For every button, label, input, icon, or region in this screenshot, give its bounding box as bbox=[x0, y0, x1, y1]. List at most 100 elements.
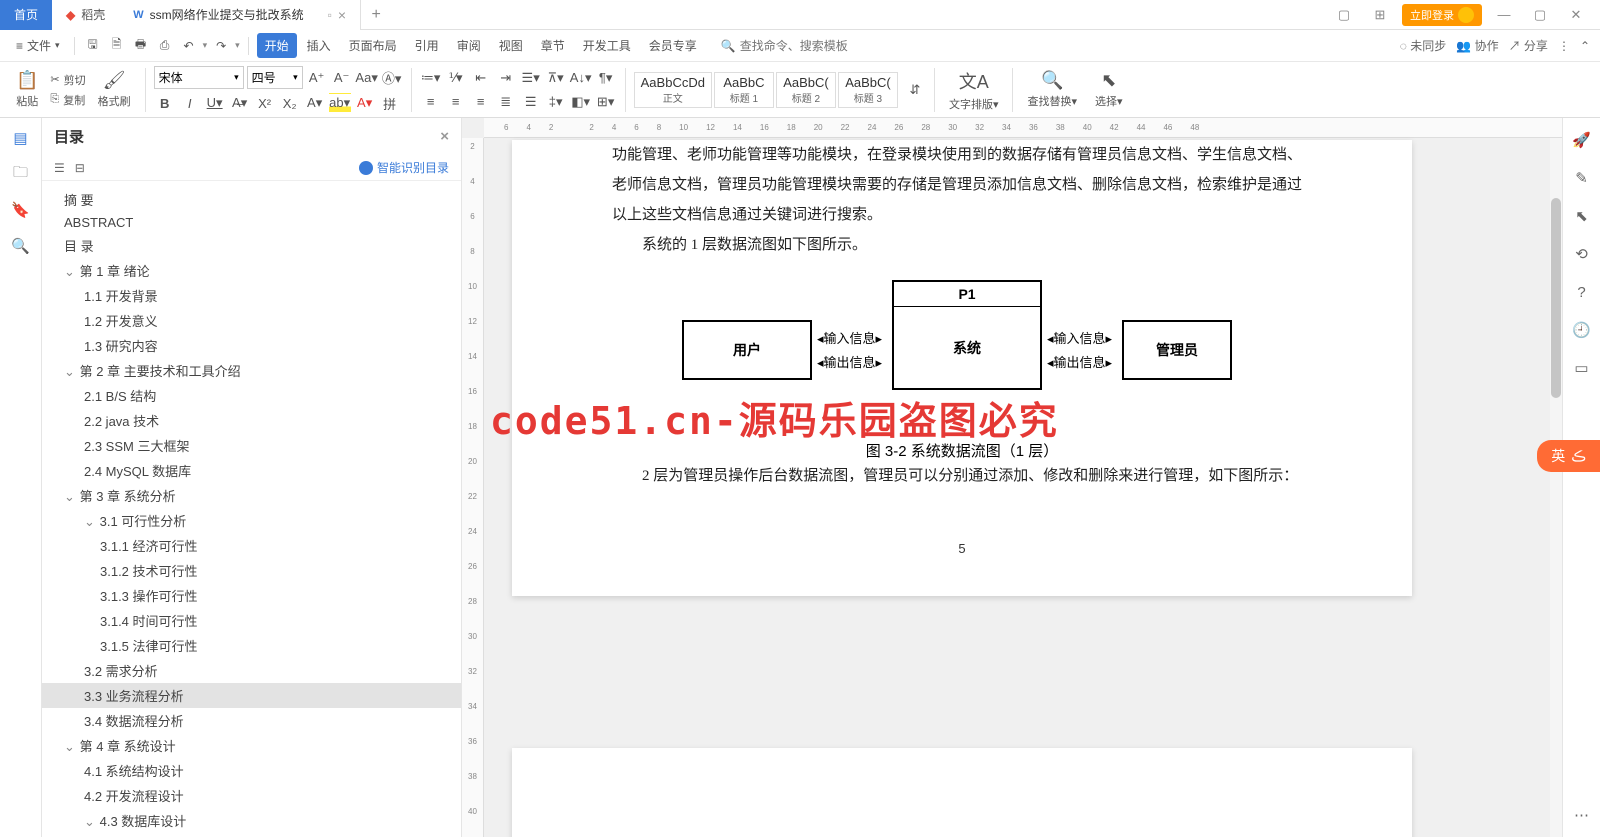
rocket-icon[interactable]: 🚀 bbox=[1570, 128, 1594, 152]
more-menu[interactable]: ⋮ bbox=[1558, 39, 1570, 53]
bookmark-panel-icon[interactable]: 🔖 bbox=[9, 198, 33, 222]
outline-item[interactable]: 3.1.2 技术可行性 bbox=[42, 558, 461, 583]
superscript-button[interactable]: X² bbox=[254, 93, 276, 113]
phonetic-button[interactable]: 拼 bbox=[379, 93, 401, 113]
command-search[interactable]: 🔍 bbox=[721, 39, 880, 53]
menu-tab-1[interactable]: 插入 bbox=[299, 33, 339, 58]
font-select[interactable]: 宋体▾ bbox=[154, 66, 244, 89]
outline-item[interactable]: 3.3 业务流程分析 bbox=[42, 683, 461, 708]
menu-tab-3[interactable]: 引用 bbox=[407, 33, 447, 58]
tab-home[interactable]: 首页 bbox=[0, 0, 52, 30]
outline-item[interactable]: 3.1.4 时间可行性 bbox=[42, 608, 461, 633]
share-button[interactable]: ↗ 分享 bbox=[1509, 37, 1548, 54]
clear-format-icon[interactable]: Ⓐ▾ bbox=[381, 68, 403, 88]
styles-more-icon[interactable]: ⇵ bbox=[904, 80, 926, 100]
outline-item[interactable]: 3.1.1 经济可行性 bbox=[42, 533, 461, 558]
cut-button[interactable]: ✂剪切 bbox=[50, 72, 85, 88]
show-marks-button[interactable]: ¶▾ bbox=[595, 68, 617, 88]
align-right-button[interactable]: ≡ bbox=[470, 92, 492, 112]
paragraph-spacing-button[interactable]: ‡▾ bbox=[545, 92, 567, 112]
outline-item[interactable]: ⌄ 第 2 章 主要技术和工具介绍 bbox=[42, 358, 461, 383]
highlight-button[interactable]: ab▾ bbox=[329, 93, 351, 113]
tab-document[interactable]: W ssm网络作业提交与批改系统 ▫ × bbox=[119, 0, 361, 30]
outline-panel-icon[interactable]: ▤ bbox=[9, 126, 33, 150]
save-as-icon[interactable]: 🗎 bbox=[107, 36, 127, 56]
collab-button[interactable]: 👥 协作 bbox=[1456, 37, 1498, 54]
minimize-button[interactable]: — bbox=[1490, 3, 1518, 27]
paragraph[interactable]: 系统的 1 层数据流图如下图所示。 bbox=[612, 230, 1312, 260]
style-option[interactable]: AaBbC(标题 2 bbox=[776, 72, 836, 108]
font-color-button[interactable]: A▾ bbox=[354, 93, 376, 113]
outline-item[interactable]: 3.2 需求分析 bbox=[42, 658, 461, 683]
menu-tab-7[interactable]: 开发工具 bbox=[575, 33, 639, 58]
print-icon[interactable]: 🖶 bbox=[131, 36, 151, 56]
horizontal-ruler[interactable]: 6422468101214161820222426283032343638404… bbox=[484, 118, 1562, 138]
menu-tab-8[interactable]: 会员专享 bbox=[641, 33, 705, 58]
tab-add-button[interactable]: + bbox=[361, 6, 391, 24]
scrollbar-thumb[interactable] bbox=[1551, 198, 1561, 398]
copy-button[interactable]: ⎘复制 bbox=[50, 92, 85, 108]
outline-item[interactable]: 3.4 数据流程分析 bbox=[42, 708, 461, 733]
menu-tab-4[interactable]: 审阅 bbox=[449, 33, 489, 58]
help-icon[interactable]: ? bbox=[1570, 280, 1594, 304]
login-button[interactable]: 立即登录 bbox=[1402, 4, 1482, 26]
outline-item[interactable]: 1.2 开发意义 bbox=[42, 308, 461, 333]
pages-panel-icon[interactable]: 🗀 bbox=[9, 162, 33, 186]
save-icon[interactable]: 🖫 bbox=[83, 36, 103, 56]
outline-item[interactable]: 3.1.5 法律可行性 bbox=[42, 633, 461, 658]
distribute-button[interactable]: ☰ bbox=[520, 92, 542, 112]
menu-tab-0[interactable]: 开始 bbox=[257, 33, 297, 58]
outline-item[interactable]: 2.2 java 技术 bbox=[42, 408, 461, 433]
outline-item[interactable]: 1.1 开发背景 bbox=[42, 283, 461, 308]
outline-item[interactable]: 1.3 研究内容 bbox=[42, 333, 461, 358]
bullets-button[interactable]: ≔▾ bbox=[420, 68, 442, 88]
pointer-icon[interactable]: ⬉ bbox=[1570, 204, 1594, 228]
subscript-button[interactable]: X₂ bbox=[279, 93, 301, 113]
italic-button[interactable]: I bbox=[179, 93, 201, 113]
outline-tree[interactable]: 摘 要ABSTRACT目 录⌄ 第 1 章 绪论1.1 开发背景1.2 开发意义… bbox=[42, 181, 461, 837]
tab-stops-button[interactable]: ⊼▾ bbox=[545, 68, 567, 88]
tab-menu-icon[interactable]: ▫ bbox=[328, 8, 332, 22]
menu-tab-2[interactable]: 页面布局 bbox=[341, 33, 405, 58]
outline-item[interactable]: 2.3 SSM 三大框架 bbox=[42, 433, 461, 458]
decrease-indent-button[interactable]: ⇤ bbox=[470, 68, 492, 88]
bold-button[interactable]: B bbox=[154, 93, 176, 113]
sync-status[interactable]: ◌ 未同步 bbox=[1400, 37, 1446, 54]
ime-indicator[interactable]: 英ڪ bbox=[1537, 440, 1600, 472]
outline-item[interactable]: 2.4 MySQL 数据库 bbox=[42, 458, 461, 483]
print-preview-icon[interactable]: ⎙ bbox=[155, 36, 175, 56]
tab-docos[interactable]: ◆稻壳 bbox=[52, 0, 119, 30]
menu-tab-5[interactable]: 视图 bbox=[491, 33, 531, 58]
scrollbar-track[interactable] bbox=[1550, 138, 1562, 837]
numbering-button[interactable]: ⅟▾ bbox=[445, 68, 467, 88]
styles-gallery[interactable]: AaBbCcDd正文AaBbC标题 1AaBbC(标题 2AaBbC(标题 3 bbox=[634, 72, 898, 108]
vertical-ruler[interactable]: 2468101214161820222426283032343638404244… bbox=[462, 138, 484, 837]
menu-tab-6[interactable]: 章节 bbox=[533, 33, 573, 58]
font-size-select[interactable]: 四号▾ bbox=[247, 66, 303, 89]
select-button[interactable]: ⬉选择▾ bbox=[1089, 66, 1129, 114]
paste-button[interactable]: 📋粘贴 bbox=[10, 66, 44, 114]
layout-icon[interactable]: ▢ bbox=[1330, 3, 1358, 27]
history-icon[interactable]: 🕘 bbox=[1570, 318, 1594, 342]
outline-item[interactable]: 目 录 bbox=[42, 233, 461, 258]
outline-list-icon[interactable]: ☰ bbox=[54, 161, 65, 175]
increase-font-icon[interactable]: A⁺ bbox=[306, 68, 328, 88]
outline-item[interactable]: 2.1 B/S 结构 bbox=[42, 383, 461, 408]
text-layout-button[interactable]: 文A文字排版▾ bbox=[943, 66, 1005, 114]
outline-item[interactable]: 4.1 系统结构设计 bbox=[42, 758, 461, 783]
collapse-ribbon[interactable]: ⌃ bbox=[1580, 39, 1590, 53]
decrease-font-icon[interactable]: A⁻ bbox=[331, 68, 353, 88]
more-tools-icon[interactable]: ⋯ bbox=[1570, 803, 1594, 827]
underline-button[interactable]: U▾ bbox=[204, 93, 226, 113]
format-painter-button[interactable]: 🖌格式刷 bbox=[92, 66, 137, 114]
outline-item[interactable]: ⌄ 第 3 章 系统分析 bbox=[42, 483, 461, 508]
style-option[interactable]: AaBbC标题 1 bbox=[714, 72, 774, 108]
outline-item[interactable]: 摘 要 bbox=[42, 187, 461, 212]
align-justify-button[interactable]: ≣ bbox=[495, 92, 517, 112]
paragraph[interactable]: 功能管理、老师功能管理等功能模块，在登录模块使用到的数据存储有管理员信息文档、学… bbox=[612, 140, 1312, 230]
close-button[interactable]: ✕ bbox=[1562, 3, 1590, 27]
figure-caption[interactable]: 图 3-2 系统数据流图（1 层） bbox=[612, 440, 1312, 461]
strikethrough-button[interactable]: A̶▾ bbox=[229, 93, 251, 113]
sort-button[interactable]: A↓▾ bbox=[570, 68, 592, 88]
outline-item[interactable]: ⌄ 第 1 章 绪论 bbox=[42, 258, 461, 283]
